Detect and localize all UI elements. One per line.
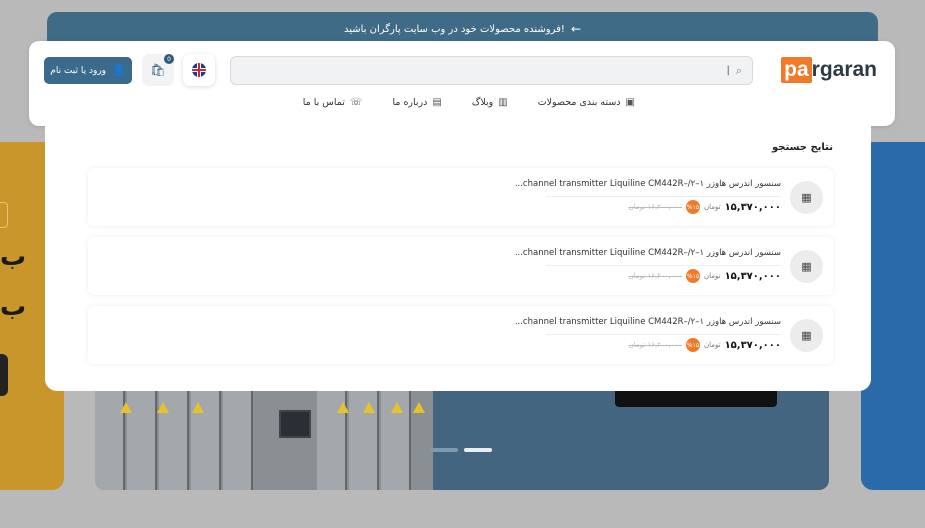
site-logo[interactable]: pa rgaran [781, 57, 877, 83]
slide-heading-fragment: ب [0, 292, 27, 322]
result-title: سنسور اندرس هاوزر ۱–۲/–channel transmitt… [514, 248, 781, 258]
price: ۱۵,۳۷۰,۰۰۰ [724, 270, 781, 282]
login-label: ورود یا ثبت نام [50, 65, 107, 76]
vendor-banner-text: فروشنده محصولات خود در وب سایت پارگران ب… [344, 23, 565, 35]
slide-button-fragment [0, 354, 8, 396]
search-icon[interactable]: ⌕ [736, 64, 742, 78]
old-price: ۱۶,۲۰۰,۰۰۰ تومان [628, 203, 682, 211]
nav-label: وبلاگ [471, 97, 494, 108]
warning-sign-icon [337, 402, 349, 413]
discount-badge: %۱۵ [685, 338, 700, 352]
divider [546, 265, 781, 266]
cart-button[interactable]: 🛍 0 [142, 54, 174, 86]
price-row: ۱۵,۳۷۰,۰۰۰ تومان %۱۵ ۱۶,۲۰۰,۰۰۰ تومان [629, 269, 781, 283]
nav-item-blog[interactable]: ▥ وبلاگ [472, 97, 508, 108]
logo-mark: pa [781, 57, 812, 83]
product-thumbnail: ▦ [790, 319, 823, 352]
phone-icon: ☏ [349, 97, 363, 108]
result-item[interactable]: ▦ سنسور اندرس هاوزر ۱–۲/–channel transmi… [88, 237, 833, 295]
result-title: سنسور اندرس هاوزر ۱–۲/–channel transmitt… [514, 317, 781, 327]
uk-flag-icon [192, 63, 206, 77]
nav-item-contact[interactable]: ☏ تماس با ما [303, 97, 363, 108]
results-title: نتایج جستجو [772, 142, 833, 153]
basket-icon: 🛍 [150, 63, 166, 77]
site-header: pa rgaran ⌕ 🛍 0 👤 ورود یا ثبت نام ▣ دسته… [29, 41, 895, 126]
slide-chip [0, 202, 8, 228]
slider-dot-active[interactable] [464, 448, 492, 452]
old-price: ۱۶,۲۰۰,۰۰۰ تومان [628, 341, 682, 349]
result-title: سنسور اندرس هاوزر ۱–۲/–channel transmitt… [514, 179, 781, 189]
login-button[interactable]: 👤 ورود یا ثبت نام [44, 57, 132, 84]
product-thumbnail: ▦ [790, 250, 823, 283]
discount-badge: %۱۵ [685, 200, 700, 214]
language-switch[interactable] [183, 54, 215, 86]
warning-sign-icon [120, 402, 132, 413]
grid-icon: ▣ [625, 97, 635, 108]
slider-dot[interactable] [430, 448, 458, 452]
price: ۱۵,۳۷۰,۰۰۰ [724, 201, 781, 213]
warning-sign-icon [363, 402, 375, 413]
warning-sign-icon [157, 402, 169, 413]
slide-heading-fragment: ب [0, 242, 27, 272]
result-item[interactable]: ▦ سنسور اندرس هاوزر ۱–۲/–channel transmi… [88, 306, 833, 364]
nav-label: دسته بندی محصولات [537, 97, 621, 108]
search-results-panel: نتایج جستجو ▦ سنسور اندرس هاوزر ۱–۲/–cha… [45, 118, 871, 391]
arrow-left-icon: ← [570, 22, 581, 36]
warning-sign-icon [192, 402, 204, 413]
search-input[interactable] [249, 65, 730, 76]
nav-item-about[interactable]: ▤ درباره ما [392, 97, 441, 108]
warning-sign-icon [413, 402, 425, 413]
old-price: ۱۶,۲۰۰,۰۰۰ تومان [628, 272, 682, 280]
result-item[interactable]: ▦ سنسور اندرس هاوزر ۱–۲/–channel transmi… [88, 168, 833, 226]
currency: تومان [703, 341, 721, 349]
discount-badge: %۱۵ [685, 269, 700, 283]
nav-label: تماس با ما [302, 97, 345, 108]
divider [546, 334, 781, 335]
cart-count-badge: 0 [164, 54, 174, 64]
hero-image-cabinets [95, 390, 433, 490]
slider-dots [430, 448, 492, 452]
divider [546, 196, 781, 197]
main-nav: ▣ دسته بندی محصولات ▥ وبلاگ ▤ درباره ما … [303, 97, 635, 108]
product-thumbnail: ▦ [790, 181, 823, 214]
book-icon: ▥ [498, 97, 508, 108]
logo-text: rgaran [811, 58, 877, 81]
price-row: ۱۵,۳۷۰,۰۰۰ تومان %۱۵ ۱۶,۲۰۰,۰۰۰ تومان [629, 200, 781, 214]
search-bar[interactable]: ⌕ [230, 56, 753, 85]
building-icon: ▤ [432, 97, 442, 108]
currency: تومان [703, 272, 721, 280]
currency: تومان [703, 203, 721, 211]
user-icon: 👤 [112, 64, 126, 77]
nav-item-categories[interactable]: ▣ دسته بندی محصولات [538, 97, 635, 108]
price: ۱۵,۳۷۰,۰۰۰ [724, 339, 781, 351]
nav-label: درباره ما [392, 97, 428, 108]
price-row: ۱۵,۳۷۰,۰۰۰ تومان %۱۵ ۱۶,۲۰۰,۰۰۰ تومان [629, 338, 781, 352]
warning-sign-icon [391, 402, 403, 413]
hmi-panel [279, 410, 311, 438]
